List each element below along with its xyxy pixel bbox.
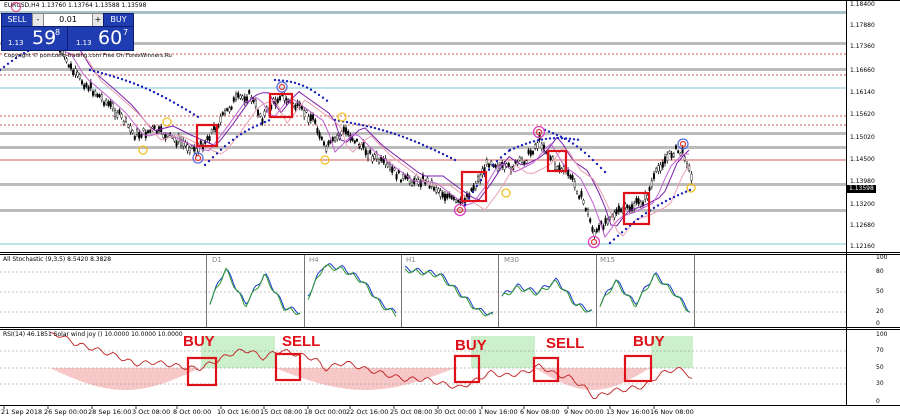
price-label: 1.17880 [850, 22, 875, 29]
price-label: 1.17360 [850, 43, 875, 50]
price-label: 1.12680 [850, 222, 875, 229]
price-label: 1.13200 [850, 201, 875, 208]
stoch-axis-label: 80 [876, 268, 884, 275]
time-label: 8 Oct 00:00 [173, 408, 212, 416]
stoch-axis-label: 20 [876, 308, 884, 315]
price-label: 1.12160 [850, 243, 875, 250]
price-label: 1.16660 [850, 67, 875, 74]
rsi-axis-label: 0 [876, 398, 880, 405]
price-label: 1.13980 [850, 178, 875, 185]
sell-price-box[interactable]: 1.13 59 8 [1, 26, 68, 51]
signal-sell-2: SELL [546, 335, 585, 352]
time-label: 10 Oct 16:00 [217, 408, 260, 416]
chart-canvas[interactable] [0, 0, 900, 419]
sell-button[interactable]: SELL [1, 13, 33, 27]
rsi-axis-label: 30 [876, 380, 884, 387]
buy-price-sup: 7 [123, 28, 129, 37]
time-label: 25 Oct 08:00 [390, 408, 433, 416]
signal-buy-3: BUY [633, 333, 665, 350]
time-label: 22 Oct 16:00 [346, 408, 389, 416]
time-label: 3 Oct 08:00 [132, 408, 171, 416]
tf-label-m15: M15 [600, 256, 615, 264]
time-label: 26 Sep 00:00 [44, 408, 88, 416]
stoch-axis-label: 50 [876, 288, 884, 295]
sell-price-prefix: 1.13 [8, 39, 24, 47]
price-label: 1.18400 [850, 1, 875, 8]
price-label: 1.16140 [850, 89, 875, 96]
time-label: 21 Sep 2018 [1, 408, 43, 416]
tf-label-m30: M30 [504, 256, 519, 264]
buy-button[interactable]: BUY [103, 13, 134, 27]
price-label: 1.14500 [850, 156, 875, 163]
signal-buy-1: BUY [183, 333, 215, 350]
time-label: 6 Nov 08:00 [520, 408, 560, 416]
rsi-axis-label: 70 [876, 347, 884, 354]
stoch-axis-label: 0 [876, 320, 880, 327]
current-price-tag: 1.13598 [847, 185, 876, 193]
chart-icon [11, 2, 21, 12]
buy-price-box[interactable]: 1.13 60 7 [67, 26, 134, 51]
time-label: 1 Nov 16:00 [478, 408, 518, 416]
time-label: 30 Oct 00:00 [434, 408, 477, 416]
time-label: 18 Oct 00:00 [304, 408, 347, 416]
lot-size-input[interactable]: 0.01 [43, 13, 93, 27]
symbol-info: EURUSD,H4 1.13760 1.13764 1.13588 1.1359… [4, 2, 147, 9]
time-label: 28 Sep 16:00 [88, 408, 132, 416]
tf-label-h4: H4 [309, 256, 319, 264]
price-label: 1.15620 [850, 111, 875, 118]
copyright-text: Copyright © pointzero-trading.com Free O… [4, 53, 172, 59]
tf-label-d1: D1 [212, 256, 222, 264]
time-label: 16 Nov 08:00 [650, 408, 694, 416]
buy-price-big: 60 [98, 27, 123, 49]
tf-label-h1: H1 [406, 256, 416, 264]
time-label: 9 Nov 00:00 [564, 408, 604, 416]
rsi-axis-label: 100 [876, 331, 888, 338]
time-label: 15 Oct 08:00 [260, 408, 303, 416]
rsi-label: RSI(14) 46.1851 Solar wind joy () 10.000… [3, 331, 183, 338]
rsi-axis-label: 50 [876, 364, 884, 371]
sell-price-sup: 8 [55, 28, 61, 37]
signal-buy-2: BUY [455, 337, 487, 354]
time-label: 13 Nov 16:00 [606, 408, 650, 416]
stochastic-label: All Stochastic (9,3,5) 8.5420 8.3828 [3, 256, 112, 263]
price-label: 1.15020 [850, 134, 875, 141]
signal-sell-1: SELL [282, 333, 321, 350]
sell-price-big: 59 [32, 27, 57, 49]
stoch-axis-label: 100 [876, 254, 888, 261]
buy-price-prefix: 1.13 [76, 39, 92, 47]
